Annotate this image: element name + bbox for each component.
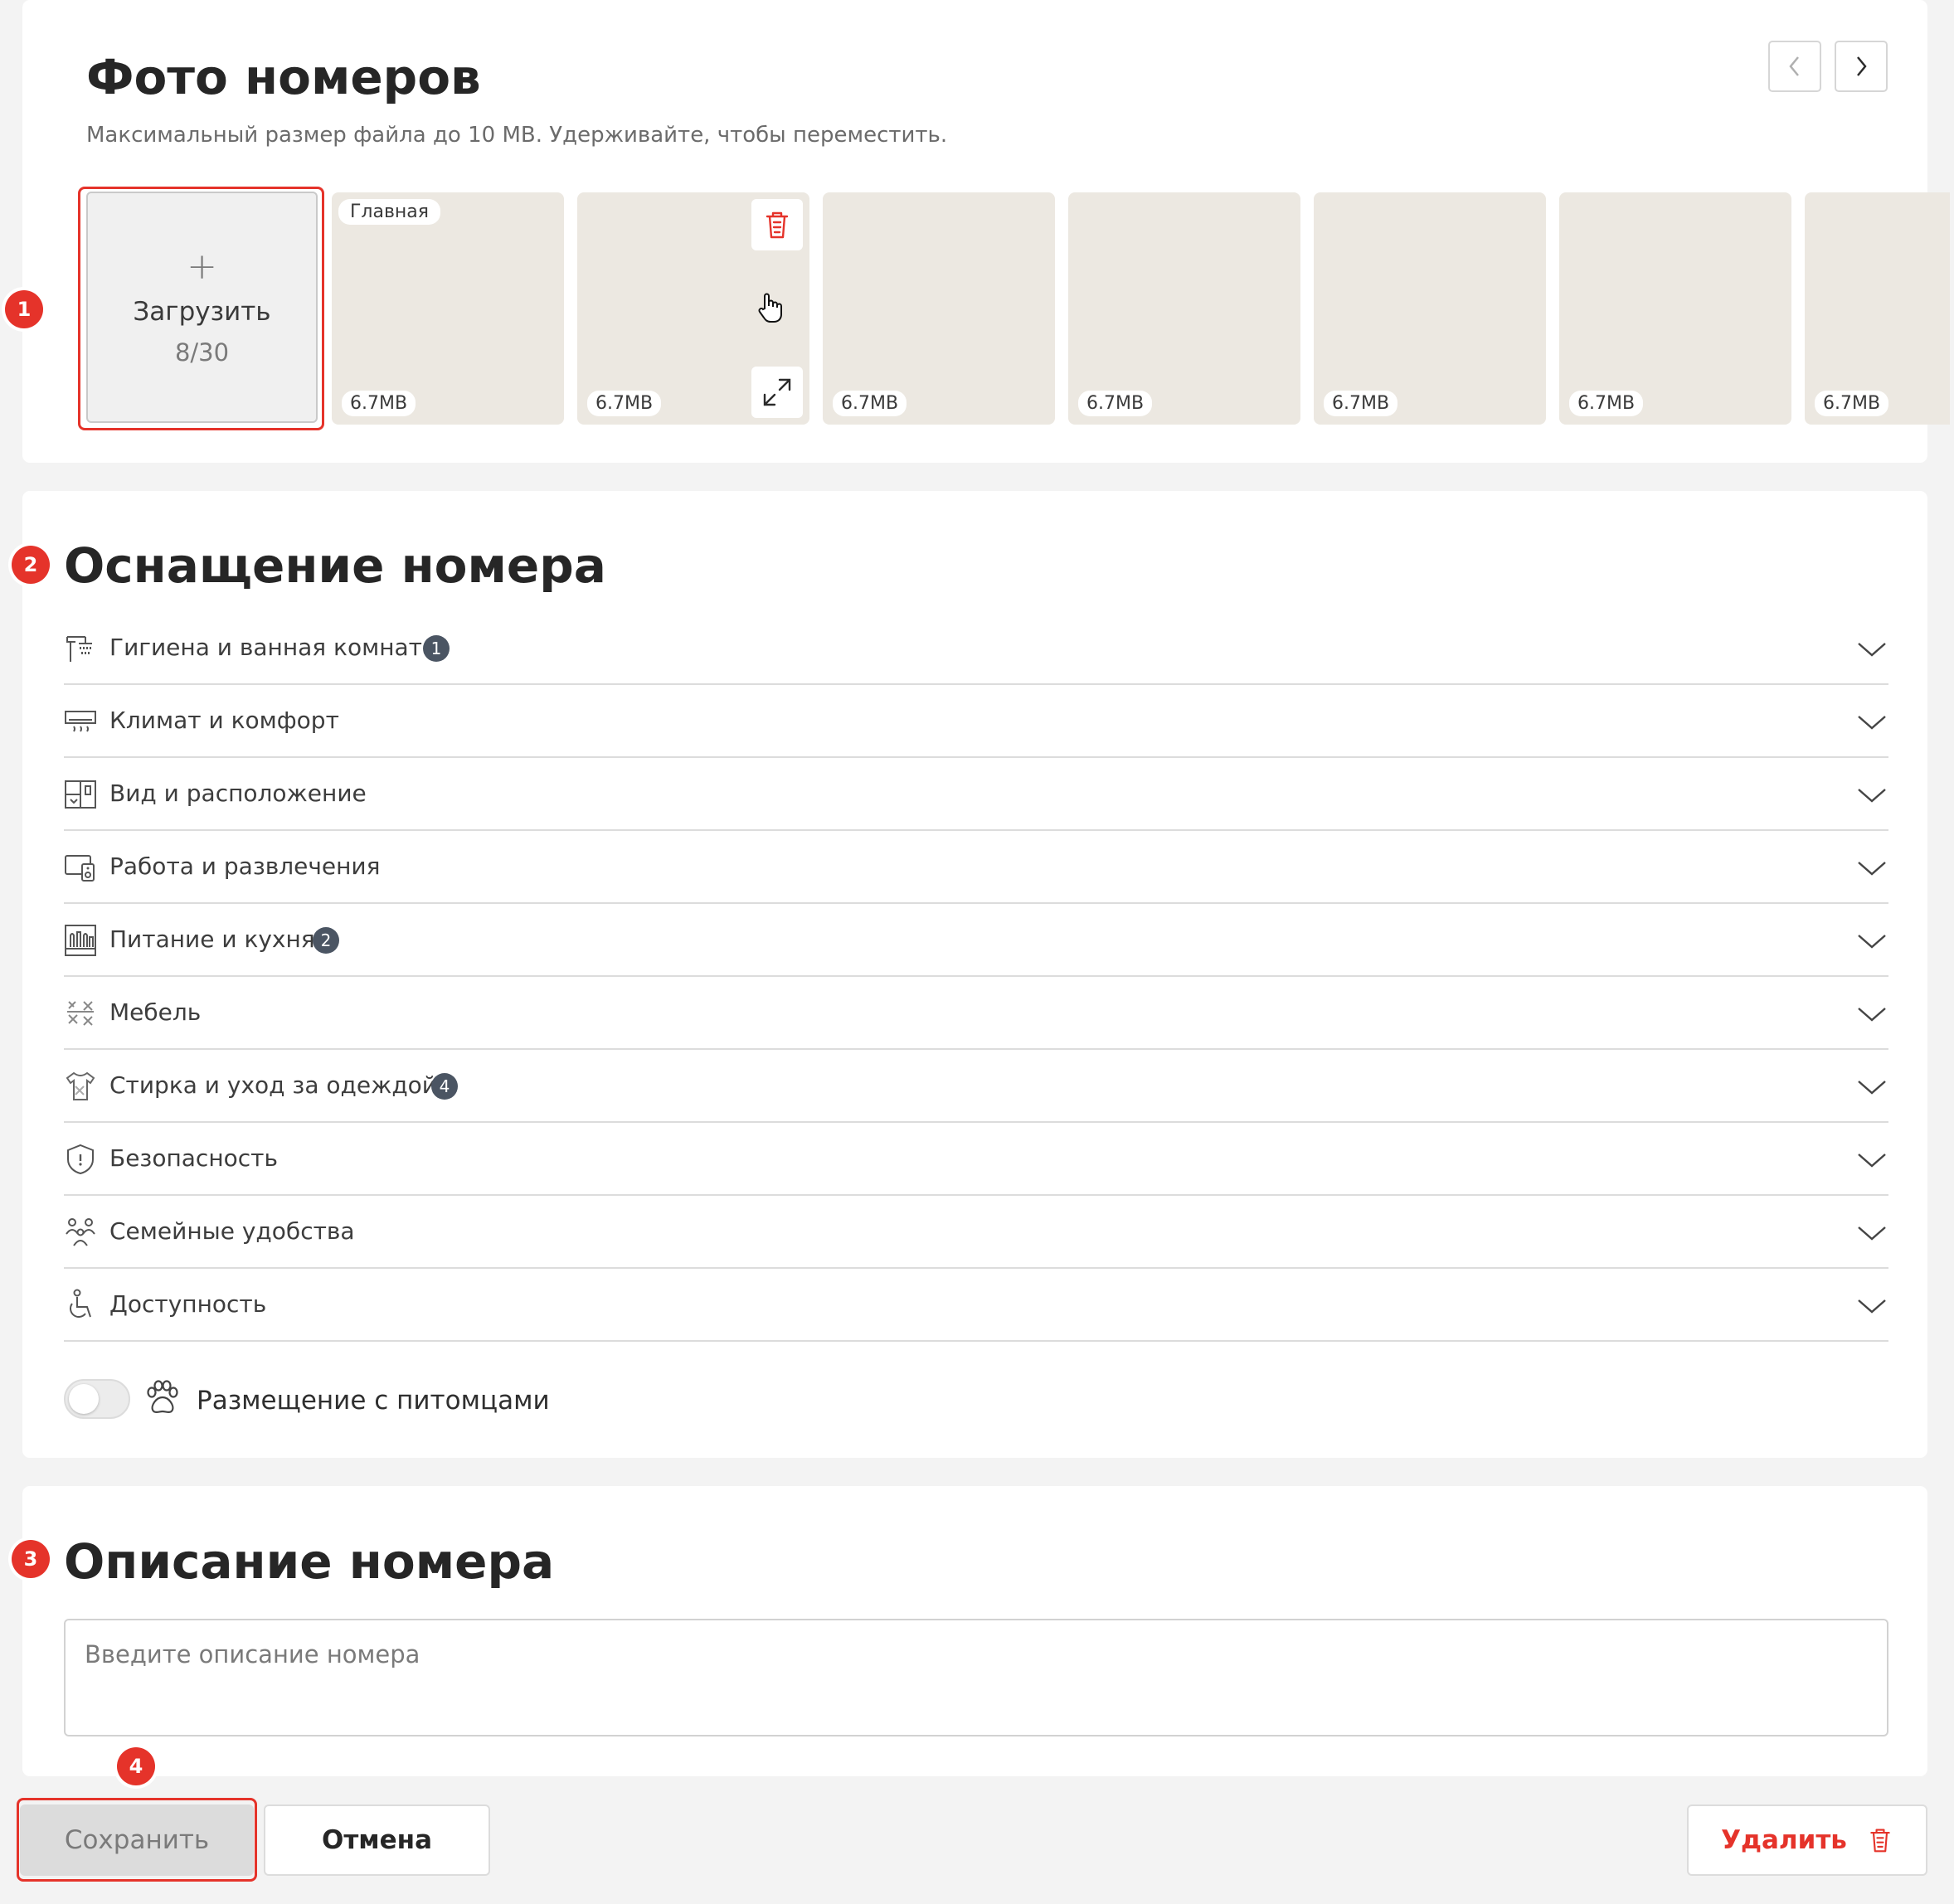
- amenity-row-work[interactable]: Работа и развлечения: [64, 831, 1888, 904]
- amenity-count-badge: 4: [431, 1073, 458, 1100]
- upload-count: 8/30: [174, 338, 230, 367]
- file-size: 6.7MB: [1324, 391, 1398, 416]
- workstation-icon: [65, 855, 95, 882]
- step-marker: 2: [12, 546, 50, 584]
- photo-thumbnail[interactable]: Главная 6.7MB: [332, 192, 564, 425]
- pets-toggle[interactable]: [64, 1379, 130, 1419]
- prev-button[interactable]: [1768, 41, 1821, 92]
- pets-label: Размещение с питомцами: [197, 1386, 550, 1416]
- amenity-row-furniture[interactable]: Мебель: [64, 977, 1888, 1050]
- plus-icon: +: [187, 245, 217, 288]
- file-size: 6.7MB: [1078, 391, 1153, 416]
- paw-icon: [147, 1380, 178, 1413]
- chevron-down-icon: [1858, 1008, 1886, 1022]
- amenity-label: Питание и кухня: [109, 925, 315, 953]
- file-size: 6.7MB: [1815, 391, 1889, 416]
- amenity-label: Безопасность: [109, 1144, 278, 1172]
- amenity-label: Доступность: [109, 1290, 267, 1318]
- amenity-label: Мебель: [109, 998, 202, 1026]
- chevron-left-icon: [1789, 56, 1799, 76]
- amenity-row-view[interactable]: Вид и расположение: [64, 758, 1888, 831]
- amenity-row-accessibility[interactable]: Доступность: [64, 1269, 1888, 1342]
- wheelchair-icon: [70, 1289, 91, 1318]
- family-icon: [66, 1218, 95, 1246]
- chevron-down-icon: [1858, 716, 1886, 730]
- photo-thumbnail[interactable]: 6.7MB: [1068, 192, 1300, 425]
- chevron-down-icon: [1858, 862, 1886, 876]
- amenity-row-hygiene[interactable]: Гигиена и ванная комната 1: [64, 612, 1888, 685]
- shower-icon: [66, 636, 92, 662]
- amenity-row-family[interactable]: Семейные удобства: [64, 1196, 1888, 1269]
- file-size: 6.7MB: [833, 391, 907, 416]
- air-conditioner-icon: [65, 711, 96, 732]
- toggle-knob: [69, 1384, 99, 1414]
- amenity-label: Климат и комфорт: [109, 707, 339, 734]
- furniture-icon: [67, 1001, 94, 1026]
- photo-thumbnail[interactable]: 6.7MB: [1314, 192, 1546, 425]
- amenity-row-kitchen[interactable]: Питание и кухня 2: [64, 904, 1888, 977]
- delete-photo-button[interactable]: [751, 199, 803, 250]
- amenity-count-badge: 1: [423, 635, 450, 662]
- trash-icon: [1870, 1829, 1890, 1853]
- chevron-down-icon: [1858, 1226, 1886, 1241]
- amenity-label: Стирка и уход за одеждой: [109, 1071, 438, 1099]
- kitchen-icon: [65, 925, 96, 956]
- step-marker: 4: [117, 1747, 155, 1785]
- amenity-label: Гигиена и ванная комната: [109, 634, 437, 661]
- main-photo-badge: Главная: [338, 199, 441, 225]
- delete-button[interactable]: Удалить: [1687, 1804, 1927, 1876]
- photo-thumbnail[interactable]: 6.7MB: [1559, 192, 1791, 425]
- step-marker: 3: [12, 1540, 50, 1578]
- chevron-down-icon: [1858, 1154, 1886, 1168]
- file-size: 6.7MB: [342, 391, 416, 416]
- expand-icon: [763, 378, 791, 406]
- next-button[interactable]: [1835, 41, 1888, 92]
- shield-icon: [67, 1144, 94, 1175]
- upload-label: Загрузить: [133, 296, 271, 327]
- trash-icon: [766, 211, 789, 239]
- amenity-row-laundry[interactable]: Стирка и уход за одеждой 4: [64, 1050, 1888, 1123]
- chevron-down-icon: [1858, 789, 1886, 803]
- chevron-down-icon: [1858, 643, 1886, 657]
- step-marker: 1: [5, 290, 43, 328]
- save-button[interactable]: Сохранить: [20, 1804, 254, 1876]
- chevron-down-icon: [1858, 1081, 1886, 1095]
- description-title: Описание номера: [64, 1533, 555, 1590]
- photos-subtitle: Максимальный размер файла до 10 MB. Удер…: [86, 123, 948, 148]
- photo-strip: + Загрузить 8/30 Главная 6.7MB 6.7MB 6.7…: [22, 187, 1950, 435]
- amenities-title: Оснащение номера: [64, 537, 606, 594]
- amenity-label: Семейные удобства: [109, 1217, 355, 1245]
- chevron-down-icon: [1858, 1299, 1886, 1314]
- upload-button[interactable]: + Загрузить 8/30: [86, 192, 318, 423]
- hand-cursor-icon: [758, 293, 782, 323]
- photo-thumbnail-hovered[interactable]: 6.7MB: [577, 192, 809, 425]
- window-view-icon: [65, 780, 96, 809]
- chevron-down-icon: [1858, 935, 1886, 949]
- amenity-count-badge: 2: [313, 927, 339, 954]
- amenity-row-security[interactable]: Безопасность: [64, 1123, 1888, 1196]
- photo-thumbnail[interactable]: 6.7MB: [823, 192, 1055, 425]
- chevron-right-icon: [1857, 56, 1867, 76]
- delete-label: Удалить: [1721, 1825, 1847, 1855]
- description-input[interactable]: [64, 1619, 1888, 1736]
- photos-card: Фото номеров Максимальный размер файла д…: [22, 0, 1950, 463]
- laundry-icon: [66, 1071, 95, 1100]
- amenity-row-climate[interactable]: Климат и комфорт: [64, 685, 1888, 758]
- expand-photo-button[interactable]: [751, 367, 803, 418]
- file-size: 6.7MB: [587, 391, 662, 416]
- file-size: 6.7MB: [1569, 391, 1644, 416]
- photo-thumbnail[interactable]: 6.7MB: [1805, 192, 1950, 425]
- photos-title: Фото номеров: [86, 49, 481, 105]
- cancel-button[interactable]: Отмена: [264, 1804, 490, 1876]
- amenity-label: Работа и развлечения: [109, 852, 381, 880]
- amenity-label: Вид и расположение: [109, 780, 367, 807]
